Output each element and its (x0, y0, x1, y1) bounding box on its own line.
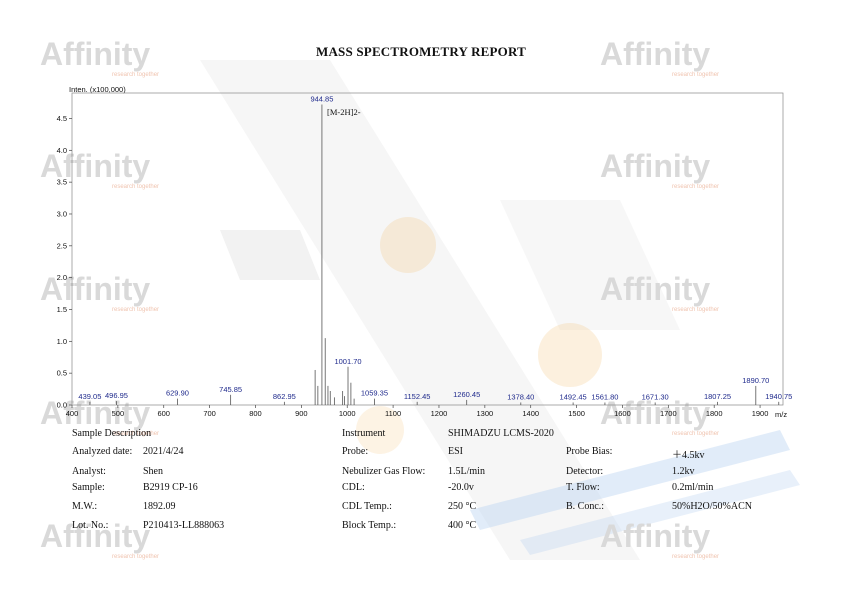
x-tick-label: 1700 (660, 409, 677, 418)
y-tick-label: 1.5 (57, 305, 67, 314)
x-tick-label: 800 (249, 409, 262, 418)
x-tick-label: 1200 (431, 409, 448, 418)
x-tick-label: 1500 (568, 409, 585, 418)
x-tick-label: 1400 (522, 409, 539, 418)
tflow-value: 0.2ml/min (672, 482, 714, 493)
watermark-tagline: research together (672, 431, 719, 437)
instrument-label: Instrument (342, 428, 386, 439)
sample-description-label: Sample Description (72, 428, 152, 439)
y-tick-label: 3.0 (57, 209, 67, 218)
probe-bias-label: Probe Bias: (566, 446, 613, 457)
bconc-label: B. Conc.: (566, 501, 605, 512)
peak-label: 1807.25 (704, 392, 731, 401)
nebulizer-label: Nebulizer Gas Flow: (342, 466, 426, 477)
sample-label: Sample: (72, 482, 105, 493)
y-tick-label: 3.5 (57, 178, 67, 187)
peak-label: 496.95 (105, 391, 128, 400)
x-tick-label: 500 (112, 409, 125, 418)
watermark-logo: Affinityresearch together (600, 518, 719, 560)
instrument-value: SHIMADZU LCMS-2020 (448, 428, 554, 439)
probe-value: ESI (448, 446, 463, 457)
x-tick-label: 1600 (614, 409, 631, 418)
peak-label: 1260.45 (453, 390, 480, 399)
watermark-tagline: research together (672, 554, 719, 560)
x-tick-label: 1800 (706, 409, 723, 418)
peak-label: 745.85 (219, 385, 242, 394)
y-tick-label: 0.5 (57, 369, 67, 378)
y-tick-label: 4.5 (57, 114, 67, 123)
tflow-label: T. Flow: (566, 482, 600, 493)
watermark-tagline: research together (112, 554, 159, 560)
lot-value: P210413-LL888063 (143, 520, 225, 531)
mw-label: M.W.: (72, 501, 98, 512)
x-tick-label: 400 (66, 409, 79, 418)
cdl-temp-label: CDL Temp.: (342, 501, 392, 512)
probe-label: Probe: (342, 446, 369, 457)
peak-label: 862.95 (273, 392, 296, 401)
x-tick-label: 1300 (476, 409, 493, 418)
probe-bias-value: ＋4.5kv (672, 450, 705, 461)
x-axis-ticks: 400 500 600 700 800 900 1000 1100 1200 1300 1400 15… (66, 405, 769, 418)
block-temp-label: Block Temp.: (342, 520, 397, 531)
peak-label: 1152.45 (404, 392, 431, 401)
plot-frame (71, 92, 784, 406)
analyzed-date-value: 2021/4/24 (143, 446, 184, 457)
y-axis-ticks: 0.00.51.01.52.02.53.03.54.04.5 (57, 114, 72, 410)
x-tick-label: 900 (295, 409, 308, 418)
cdl-label: CDL: (342, 482, 365, 493)
bconc-value: 50%H2O/50%ACN (672, 501, 752, 512)
peak-label: 1671.30 (642, 392, 669, 401)
x-tick-label: 1100 (385, 409, 401, 418)
peak-label: 1001.70 (334, 357, 361, 366)
x-tick-label: 1000 (339, 409, 356, 418)
peak-label: 1378.40 (507, 392, 534, 401)
analyzed-date-label: Analyzed date: (72, 446, 133, 457)
nebulizer-value: 1.5L/min (448, 466, 485, 477)
peak-label: 1561.80 (591, 392, 618, 401)
analyst-label: Analyst: (72, 466, 106, 477)
watermark-logo-text: Affinity (600, 518, 710, 554)
sample-value: B2919 CP-16 (143, 482, 198, 493)
peak-label: 629.90 (166, 389, 189, 398)
mw-value: 1892.09 (143, 501, 176, 512)
x-tick-label: 1900 (752, 409, 769, 418)
y-tick-label: 4.0 (57, 146, 67, 155)
peak-label: 1940.75 (765, 392, 792, 401)
x-tick-label: 600 (157, 409, 170, 418)
detector-label: Detector: (566, 466, 604, 477)
annotation-ion: [M-2H]2- (327, 107, 361, 117)
lot-label: Lot. No.: (72, 520, 109, 531)
y-tick-label: 1.0 (57, 337, 67, 346)
cdl-temp-value: 250 °C (448, 501, 477, 512)
peak-label: 944.85 (310, 94, 333, 103)
x-tick-label: 700 (203, 409, 216, 418)
y-tick-label: 2.5 (57, 241, 67, 250)
block-temp-value: 400 °C (448, 520, 477, 531)
labeled-peaks: 439.05 496.95 629.90 745.85 862.95 944.85 1001… (78, 94, 792, 405)
detector-value: 1.2kv (672, 466, 695, 477)
x-axis-label: m/z (775, 410, 787, 419)
peak-label: 1492.45 (560, 392, 587, 401)
peak-label: 1059.35 (361, 389, 388, 398)
peak-label: 439.05 (78, 392, 101, 401)
peak-label: 1890.70 (742, 376, 769, 385)
mass-spectrum-chart: Inten. (x100,000) m/z 0.00.51.01.52.02.5… (57, 85, 793, 419)
y-tick-label: 2.0 (57, 273, 67, 282)
cdl-value: -20.0v (448, 482, 474, 493)
analyst-value: Shen (143, 466, 163, 477)
